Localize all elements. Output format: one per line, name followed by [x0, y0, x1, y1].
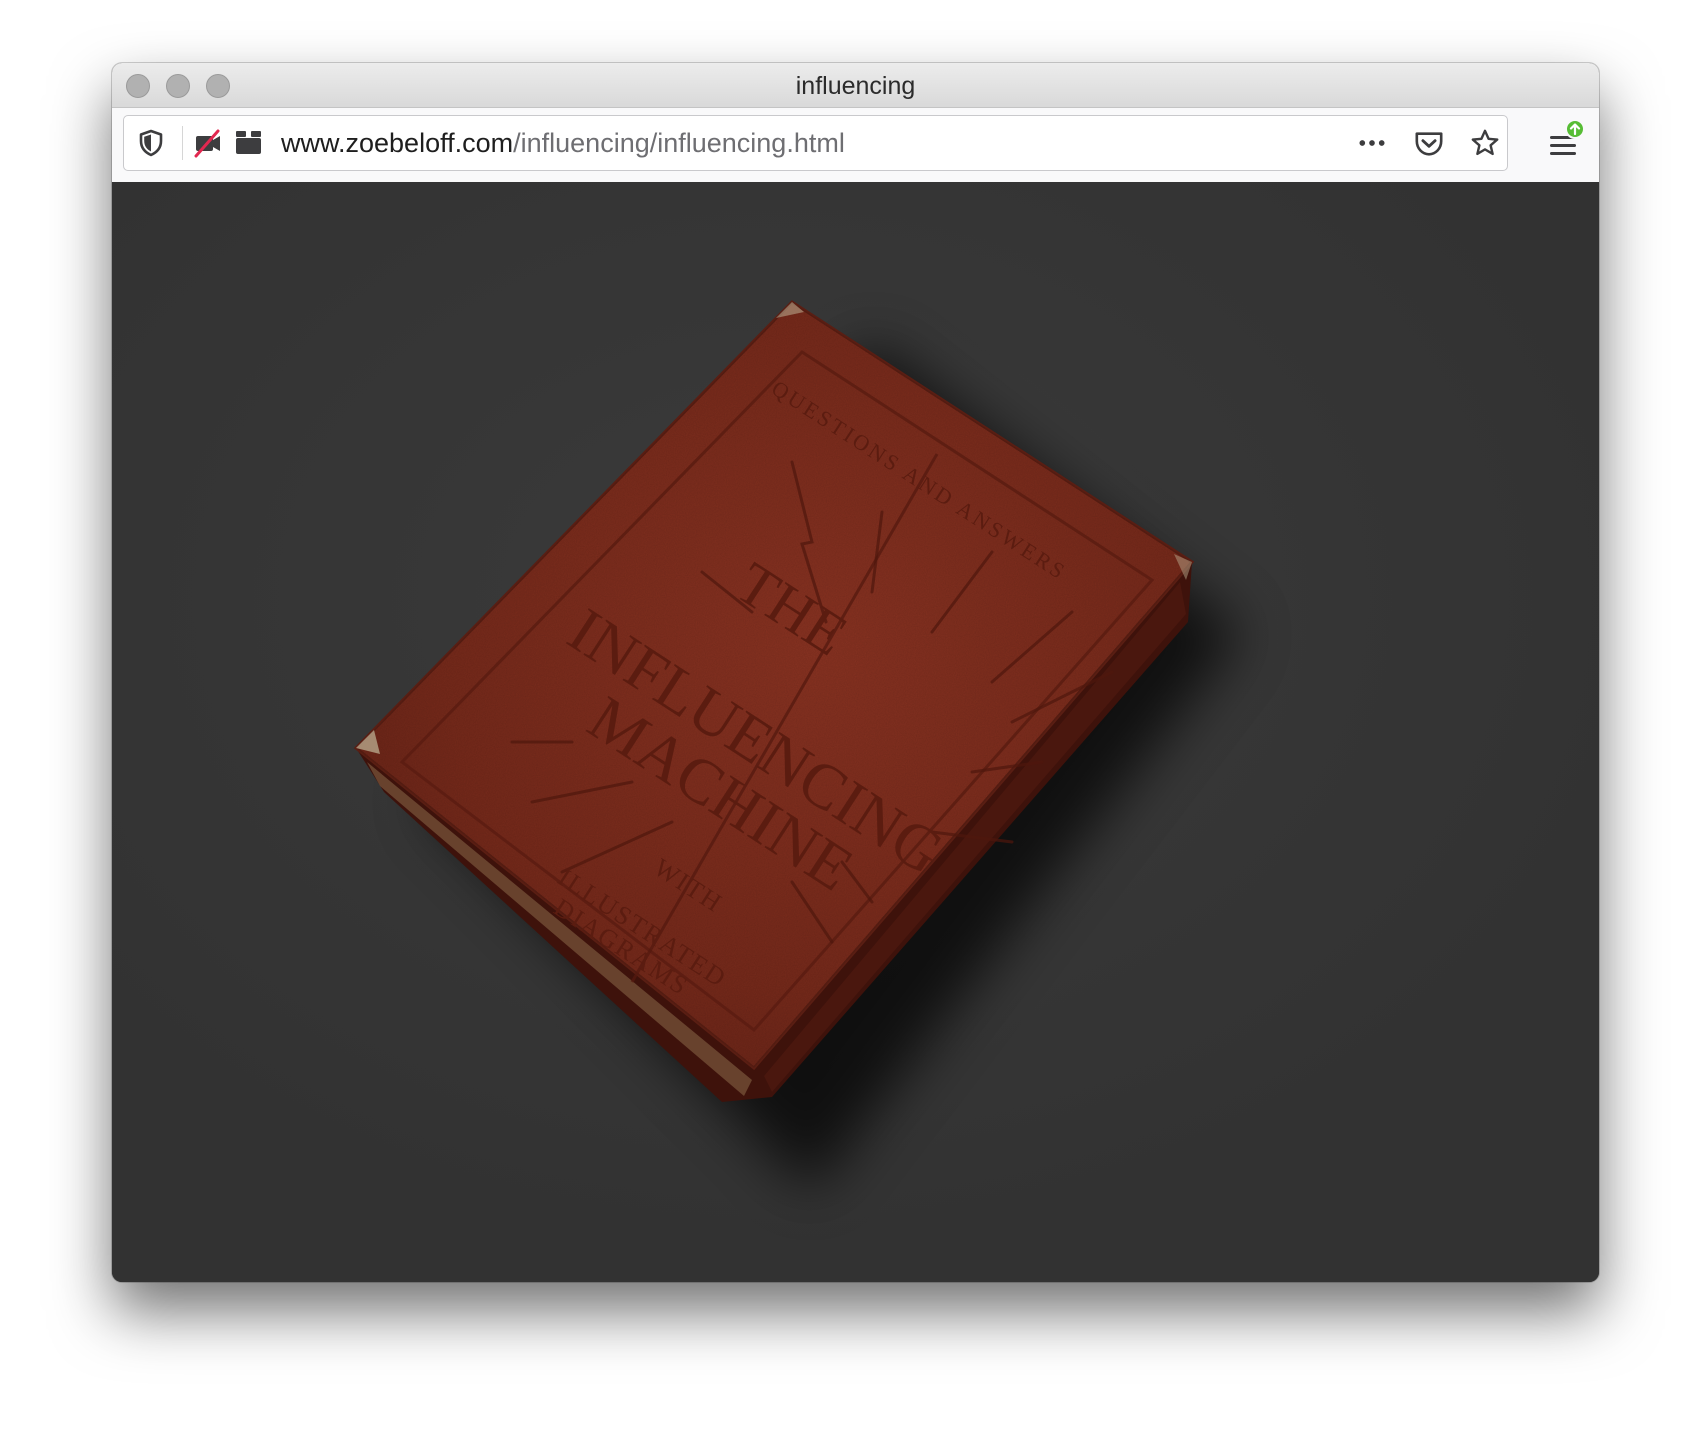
url-bar[interactable]: www.zoebeloff.com/influencing/influencin…	[123, 115, 1508, 171]
camera-blocked-icon[interactable]	[193, 128, 223, 158]
url-host: www.zoebeloff.com	[281, 128, 514, 158]
permissions-icon[interactable]	[234, 128, 264, 158]
window-title: influencing	[795, 72, 916, 100]
url-text[interactable]: www.zoebeloff.com/influencing/influencin…	[281, 128, 845, 159]
navigation-toolbar: www.zoebeloff.com/influencing/influencin…	[112, 108, 1599, 183]
page-actions-more-icon[interactable]	[1357, 128, 1387, 158]
book-image[interactable]: QUESTIONS AND ANSWERS THE INFLUENCING MA…	[112, 182, 1599, 1282]
update-available-icon	[1565, 119, 1585, 139]
url-path: /influencing/influencing.html	[513, 128, 845, 158]
pocket-icon[interactable]	[1414, 128, 1444, 158]
title-bar: influencing	[112, 63, 1599, 108]
tracking-protection-shield-icon[interactable]	[136, 128, 166, 158]
url-bar-separator	[182, 126, 183, 160]
bookmark-star-icon[interactable]	[1470, 128, 1500, 158]
browser-window: influencing www.zoebeloff.com/influencin…	[112, 63, 1599, 1282]
page-content: QUESTIONS AND ANSWERS THE INFLUENCING MA…	[112, 182, 1599, 1282]
hamburger-menu-icon[interactable]	[1547, 119, 1585, 155]
